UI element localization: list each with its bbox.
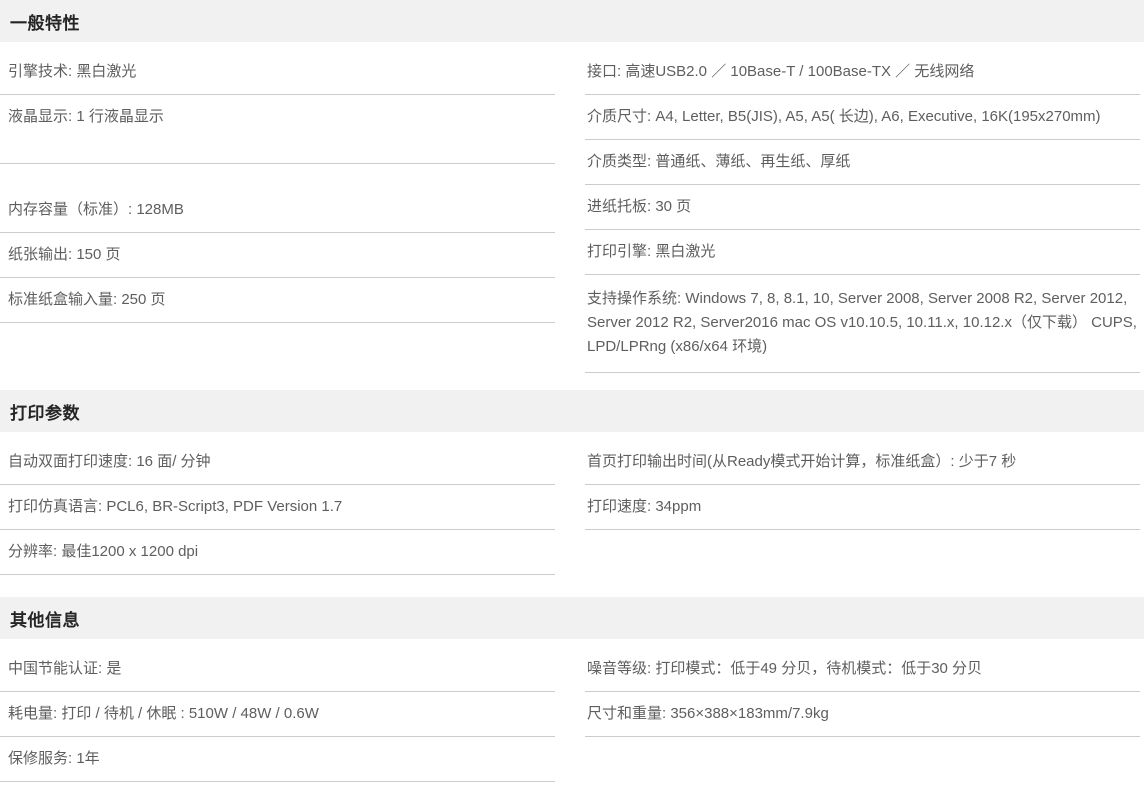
spec-row-standard-tray-input: 标准纸盒输入量: 250 页 xyxy=(0,278,555,323)
spec-row-media-size: 介质尺寸: A4, Letter, B5(JIS), A5, A5( 长边), … xyxy=(585,95,1140,140)
print-right-column: 首页打印输出时间(从Ready模式开始计算，标准纸盒）: 少于7 秒 打印速度:… xyxy=(585,440,1140,575)
spec-row-energy-certification: 中国节能认证: 是 xyxy=(0,647,555,692)
section-body-general: 引擎技术: 黑白激光 液晶显示: 1 行液晶显示 内存容量（标准）: 128MB… xyxy=(0,42,1144,373)
spec-row-emulation-language: 打印仿真语言: PCL6, BR-Script3, PDF Version 1.… xyxy=(0,485,555,530)
other-left-column: 中国节能认证: 是 耗电量: 打印 / 待机 / 休眠 : 510W / 48W… xyxy=(0,647,555,782)
section-print-parameters: 打印参数 自动双面打印速度: 16 面/ 分钟 打印仿真语言: PCL6, BR… xyxy=(0,390,1144,575)
spec-row-paper-output: 纸张输出: 150 页 xyxy=(0,233,555,278)
spec-row-resolution: 分辨率: 最佳1200 x 1200 dpi xyxy=(0,530,555,575)
spec-row-power-consumption: 耗电量: 打印 / 待机 / 休眠 : 510W / 48W / 0.6W xyxy=(0,692,555,737)
spec-row-feed-tray: 进纸托板: 30 页 xyxy=(585,185,1140,230)
section-other-info: 其他信息 中国节能认证: 是 耗电量: 打印 / 待机 / 休眠 : 510W … xyxy=(0,597,1144,782)
spec-row-dimensions-weight: 尺寸和重量: 356×388×183mm/7.9kg xyxy=(585,692,1140,737)
section-body-print: 自动双面打印速度: 16 面/ 分钟 打印仿真语言: PCL6, BR-Scri… xyxy=(0,432,1144,575)
supported-os-line-1: 支持操作系统: Windows 7, 8, 8.1, 10, Server 20… xyxy=(587,287,1140,311)
general-right-column: 接口: 高速USB2.0 ／ 10Base-T / 100Base-TX ／ 无… xyxy=(585,50,1140,373)
spec-row-media-type: 介质类型: 普通纸、薄纸、再生纸、厚纸 xyxy=(585,140,1140,185)
section-header-print: 打印参数 xyxy=(0,390,1144,432)
section-title-general: 一般特性 xyxy=(10,9,80,34)
spec-row-lcd-display: 液晶显示: 1 行液晶显示 xyxy=(0,95,555,164)
other-right-column: 噪音等级: 打印模式：低于49 分贝，待机模式：低于30 分贝 尺寸和重量: 3… xyxy=(585,647,1140,782)
print-left-column: 自动双面打印速度: 16 面/ 分钟 打印仿真语言: PCL6, BR-Scri… xyxy=(0,440,555,575)
spec-row-memory-capacity: 内存容量（标准）: 128MB xyxy=(0,164,555,233)
section-body-other: 中国节能认证: 是 耗电量: 打印 / 待机 / 休眠 : 510W / 48W… xyxy=(0,639,1144,782)
spec-row-supported-os: 支持操作系统: Windows 7, 8, 8.1, 10, Server 20… xyxy=(585,275,1140,373)
section-header-other: 其他信息 xyxy=(0,597,1144,639)
spec-row-warranty: 保修服务: 1年 xyxy=(0,737,555,782)
section-title-other: 其他信息 xyxy=(10,606,80,631)
spec-row-print-engine: 打印引擎: 黑白激光 xyxy=(585,230,1140,275)
spec-row-interface: 接口: 高速USB2.0 ／ 10Base-T / 100Base-TX ／ 无… xyxy=(585,50,1140,95)
spec-row-noise-level: 噪音等级: 打印模式：低于49 分贝，待机模式：低于30 分贝 xyxy=(585,647,1140,692)
general-left-column: 引擎技术: 黑白激光 液晶显示: 1 行液晶显示 内存容量（标准）: 128MB… xyxy=(0,50,555,373)
spec-row-print-speed: 打印速度: 34ppm xyxy=(585,485,1140,530)
section-title-print: 打印参数 xyxy=(10,399,80,424)
supported-os-line-3: LPD/LPRng (x86/x64 环境) xyxy=(587,335,1140,359)
spec-row-engine-technology: 引擎技术: 黑白激光 xyxy=(0,50,555,95)
spec-row-duplex-print-speed: 自动双面打印速度: 16 面/ 分钟 xyxy=(0,440,555,485)
supported-os-line-2: Server 2012 R2, Server2016 mac OS v10.10… xyxy=(587,311,1140,335)
printer-spec-page: 一般特性 引擎技术: 黑白激光 液晶显示: 1 行液晶显示 内存容量（标准）: … xyxy=(0,0,1144,782)
section-general-features: 一般特性 引擎技术: 黑白激光 液晶显示: 1 行液晶显示 内存容量（标准）: … xyxy=(0,0,1144,373)
section-header-general: 一般特性 xyxy=(0,0,1144,42)
spec-row-first-print-time: 首页打印输出时间(从Ready模式开始计算，标准纸盒）: 少于7 秒 xyxy=(585,440,1140,485)
